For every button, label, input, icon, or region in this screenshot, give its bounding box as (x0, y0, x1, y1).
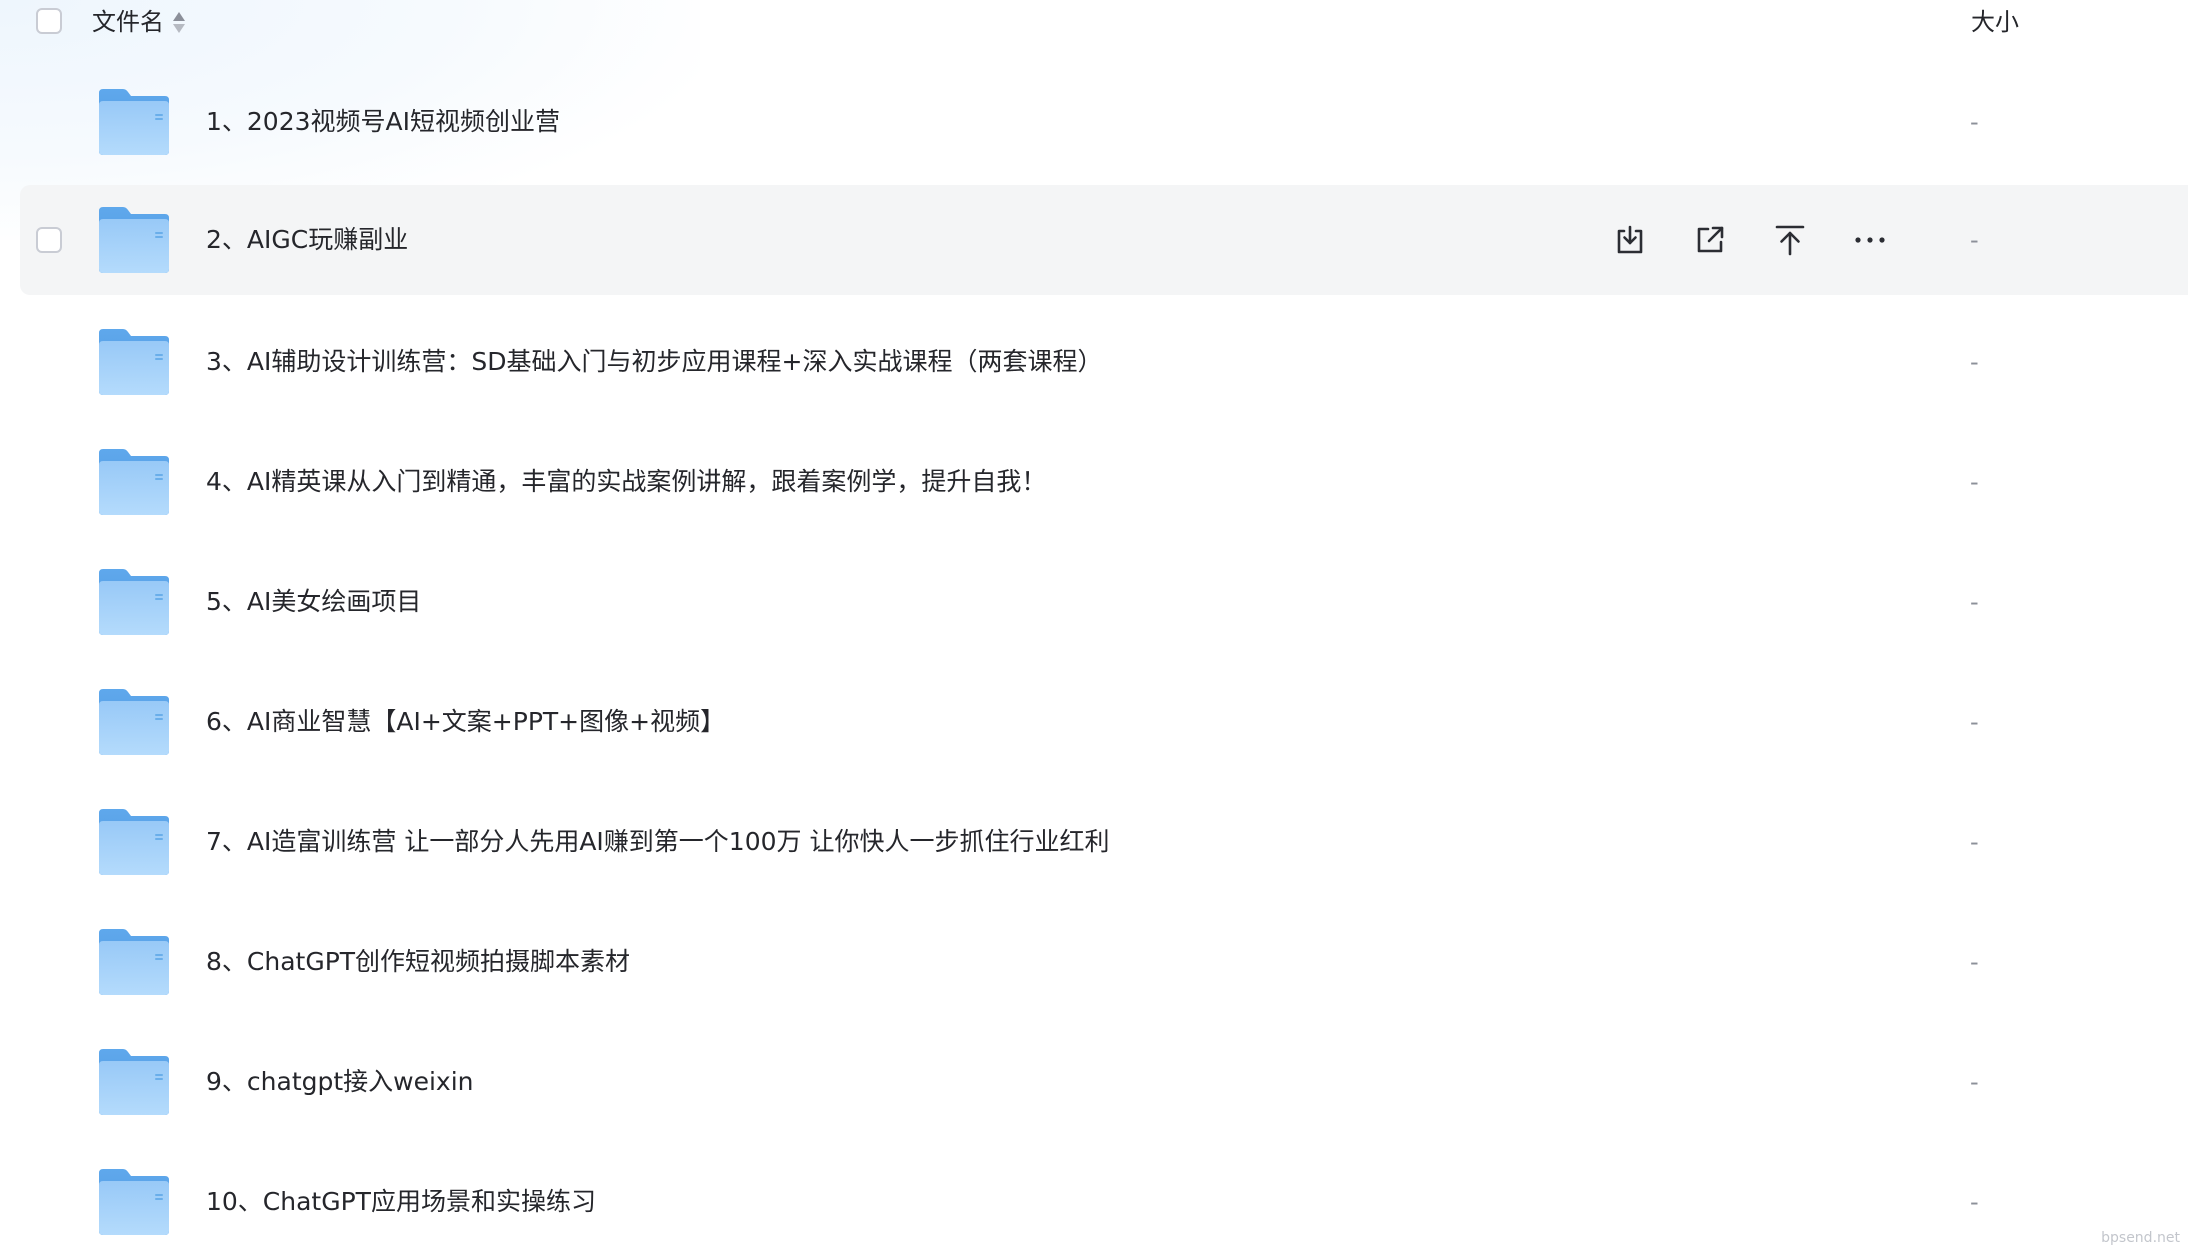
folder-icon (99, 89, 169, 155)
folder-icon (99, 207, 169, 273)
file-size: - (1970, 226, 1979, 254)
download-button[interactable] (1610, 218, 1650, 262)
folder-icon (99, 1169, 169, 1235)
table-row[interactable]: 8、ChatGPT创作短视频拍摄脚本素材 - (20, 907, 2188, 1017)
file-name[interactable]: 5、AI美女绘画项目 (206, 585, 421, 619)
table-row[interactable]: 2、AIGC玩赚副业 - (20, 185, 2188, 295)
table-row[interactable]: 5、AI美女绘画项目 - (20, 547, 2188, 657)
file-size: - (1970, 948, 1979, 976)
folder-icon (99, 449, 169, 515)
file-size: - (1970, 348, 1979, 376)
file-size: - (1970, 708, 1979, 736)
folder-icon (99, 809, 169, 875)
file-name[interactable]: 3、AI辅助设计训练营：SD基础入门与初步应用课程+深入实战课程（两套课程） (206, 345, 1102, 379)
move-up-icon (1775, 225, 1805, 256)
file-list: 1、2023视频号AI短视频创业营 - 2、AIGC玩赚副业 - 3、AI辅助设… (0, 0, 2188, 1256)
file-size: - (1970, 1188, 1979, 1216)
folder-icon (99, 569, 169, 635)
table-row[interactable]: 3、AI辅助设计训练营：SD基础入门与初步应用课程+深入实战课程（两套课程） - (20, 307, 2188, 417)
file-name[interactable]: 1、2023视频号AI短视频创业营 (206, 105, 560, 139)
table-row[interactable]: 9、chatgpt接入weixin - (20, 1027, 2188, 1137)
file-size: - (1970, 468, 1979, 496)
row-checkbox[interactable] (36, 227, 62, 253)
file-size: - (1970, 1068, 1979, 1096)
file-name[interactable]: 9、chatgpt接入weixin (206, 1065, 474, 1099)
move-up-button[interactable] (1770, 218, 1810, 262)
folder-icon (99, 329, 169, 395)
share-button[interactable] (1690, 218, 1730, 262)
file-size: - (1970, 588, 1979, 616)
download-icon (1617, 225, 1643, 254)
file-name[interactable]: 4、AI精英课从入门到精通，丰富的实战案例讲解，跟着案例学，提升自我！ (206, 465, 1046, 499)
table-row[interactable]: 6、AI商业智慧【AI+文案+PPT+图像+视频】 - (20, 667, 2188, 777)
file-name[interactable]: 8、ChatGPT创作短视频拍摄脚本素材 (206, 945, 630, 979)
more-icon (1855, 237, 1885, 243)
file-name[interactable]: 6、AI商业智慧【AI+文案+PPT+图像+视频】 (206, 705, 725, 739)
table-row[interactable]: 7、AI造富训练营 让一部分人先用AI赚到第一个100万 让你快人一步抓住行业红… (20, 787, 2188, 897)
table-row[interactable]: 1、2023视频号AI短视频创业营 - (20, 67, 2188, 177)
file-size: - (1970, 828, 1979, 856)
row-actions (1610, 218, 1890, 262)
table-row[interactable]: 10、ChatGPT应用场景和实操练习 - (20, 1147, 2188, 1257)
watermark: bpsend.net (2101, 1230, 2180, 1246)
file-name[interactable]: 2、AIGC玩赚副业 (206, 223, 408, 257)
table-row[interactable]: 4、AI精英课从入门到精通，丰富的实战案例讲解，跟着案例学，提升自我！ - (20, 427, 2188, 537)
folder-icon (99, 689, 169, 755)
file-name[interactable]: 10、ChatGPT应用场景和实操练习 (206, 1185, 596, 1219)
folder-icon (99, 929, 169, 995)
more-button[interactable] (1850, 218, 1890, 262)
folder-icon (99, 1049, 169, 1115)
file-name[interactable]: 7、AI造富训练营 让一部分人先用AI赚到第一个100万 让你快人一步抓住行业红… (206, 825, 1109, 859)
share-icon (1697, 226, 1724, 253)
file-size: - (1970, 108, 1979, 136)
